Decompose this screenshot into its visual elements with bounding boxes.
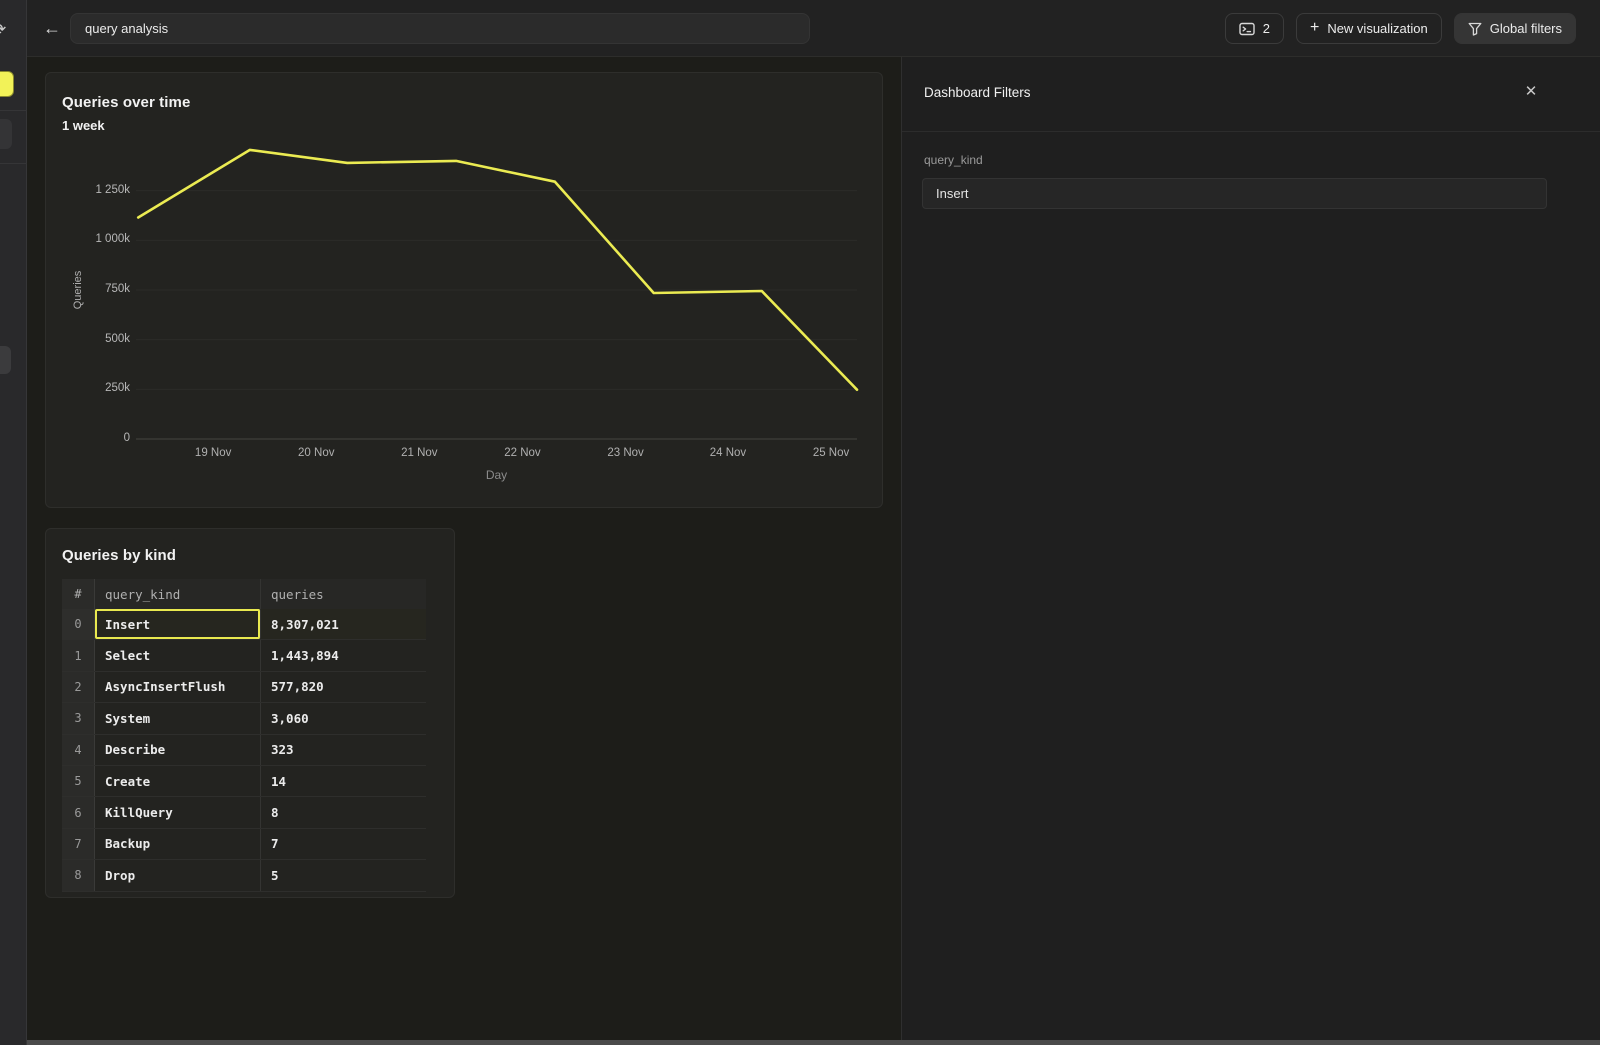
queries-count-cell[interactable]: 8 (261, 797, 426, 827)
new-visualization-button[interactable]: + New visualization (1296, 13, 1442, 44)
column-header: queries (261, 579, 426, 609)
x-tick-label: 25 Nov (796, 447, 866, 459)
table-row: 5Create14 (62, 766, 426, 797)
query-kind-cell[interactable]: Drop (95, 860, 261, 890)
column-header: query_kind (95, 579, 261, 609)
query-kind-cell[interactable]: System (95, 703, 261, 733)
column-header: # (62, 579, 95, 609)
table-row: 4Describe323 (62, 735, 426, 766)
row-index-cell[interactable]: 7 (62, 829, 95, 859)
dashboard-title-input[interactable] (70, 13, 810, 44)
row-index-cell[interactable]: 4 (62, 735, 95, 765)
line-chart-svg (136, 141, 857, 439)
global-filters-button[interactable]: Global filters (1454, 13, 1576, 44)
top-bar: ← 2 + New visualization Global filters (27, 0, 1600, 57)
row-index-cell[interactable]: 0 (62, 609, 95, 639)
x-axis-title: Day (136, 468, 857, 482)
query-kind-cell[interactable]: Create (95, 766, 261, 796)
x-tick-label: 24 Nov (693, 447, 763, 459)
chart-title: Queries over time (62, 94, 190, 111)
query-kind-cell[interactable]: Insert (95, 609, 261, 639)
table-row: 1Select1,443,894 (62, 640, 426, 671)
sidebar-item[interactable] (0, 119, 12, 149)
sidebar-divider (0, 110, 27, 111)
panel-divider (902, 131, 1600, 132)
queries-count-cell[interactable]: 1,443,894 (261, 640, 426, 670)
history-icon[interactable]: ⟳ (0, 20, 6, 40)
x-tick-label: 21 Nov (384, 447, 454, 459)
sidebar-divider (0, 163, 27, 164)
bottom-edge-band (0, 1040, 1600, 1045)
table-title: Queries by kind (62, 547, 176, 564)
filter-field-label: query_kind (924, 153, 983, 167)
table-row: 2AsyncInsertFlush577,820 (62, 672, 426, 703)
row-index-cell[interactable]: 2 (62, 672, 95, 702)
queries-count-cell[interactable]: 323 (261, 735, 426, 765)
console-count-button[interactable]: 2 (1225, 13, 1284, 44)
table-row: 0Insert8,307,021 (62, 609, 426, 640)
left-sidebar: ⟳ (0, 0, 27, 1045)
y-tick-label: 250k (60, 382, 130, 394)
y-tick-label: 1 250k (60, 184, 130, 196)
table-row: 7Backup7 (62, 829, 426, 860)
close-icon: ✕ (1525, 83, 1538, 100)
row-index-cell[interactable]: 3 (62, 703, 95, 733)
back-button[interactable]: ← (37, 13, 67, 43)
topbar-actions: 2 + New visualization Global filters (1225, 13, 1576, 44)
queries-line-series (138, 150, 857, 390)
close-panel-button[interactable]: ✕ (1520, 81, 1542, 103)
x-tick-label: 20 Nov (281, 447, 351, 459)
y-tick-label: 500k (60, 333, 130, 345)
query-kind-cell[interactable]: Select (95, 640, 261, 670)
table-row: 8Drop5 (62, 860, 426, 891)
queries-count-cell[interactable]: 8,307,021 (261, 609, 426, 639)
sidebar-item-active-dashboard[interactable] (0, 71, 14, 97)
table-header-row: #query_kindqueries (62, 579, 426, 609)
queries-count-cell[interactable]: 577,820 (261, 672, 426, 702)
y-tick-label: 750k (60, 283, 130, 295)
chart-card: Queries over time 1 week Queries 0250k50… (45, 72, 883, 508)
queries-count-cell[interactable]: 14 (261, 766, 426, 796)
x-tick-label: 19 Nov (178, 447, 248, 459)
table-row: 6KillQuery8 (62, 797, 426, 828)
chart-subtitle: 1 week (62, 118, 105, 133)
queries-by-kind-table: #query_kindqueries 0Insert8,307,0211Sele… (62, 579, 426, 892)
row-index-cell[interactable]: 5 (62, 766, 95, 796)
query-kind-cell[interactable]: Backup (95, 829, 261, 859)
console-count: 2 (1263, 21, 1270, 36)
query-kind-cell[interactable]: Describe (95, 735, 261, 765)
funnel-icon (1468, 22, 1482, 36)
panel-title: Dashboard Filters (924, 85, 1031, 100)
chart-plot-area[interactable]: Queries 0250k500k750k1 000k1 250k 19 Nov… (136, 141, 857, 439)
plus-icon: + (1310, 19, 1319, 37)
queries-count-cell[interactable]: 5 (261, 860, 426, 890)
y-tick-label: 1 000k (60, 233, 130, 245)
x-tick-label: 22 Nov (487, 447, 557, 459)
query-kind-filter-input[interactable] (922, 178, 1547, 209)
sidebar-item[interactable] (0, 346, 11, 374)
dashboard-canvas: Queries over time 1 week Queries 0250k50… (27, 57, 901, 1045)
table-card: Queries by kind #query_kindqueries 0Inse… (45, 528, 455, 898)
table-row: 3System3,060 (62, 703, 426, 734)
row-index-cell[interactable]: 6 (62, 797, 95, 827)
dashboard-filters-panel: Dashboard Filters ✕ query_kind (901, 57, 1600, 1045)
terminal-icon (1239, 22, 1255, 36)
query-kind-cell[interactable]: AsyncInsertFlush (95, 672, 261, 702)
table-body: 0Insert8,307,0211Select1,443,8942AsyncIn… (62, 609, 426, 892)
queries-count-cell[interactable]: 3,060 (261, 703, 426, 733)
row-index-cell[interactable]: 1 (62, 640, 95, 670)
x-tick-label: 23 Nov (591, 447, 661, 459)
queries-count-cell[interactable]: 7 (261, 829, 426, 859)
row-index-cell[interactable]: 8 (62, 860, 95, 890)
query-kind-cell[interactable]: KillQuery (95, 797, 261, 827)
y-tick-label: 0 (60, 432, 130, 444)
arrow-left-icon: ← (43, 18, 61, 38)
